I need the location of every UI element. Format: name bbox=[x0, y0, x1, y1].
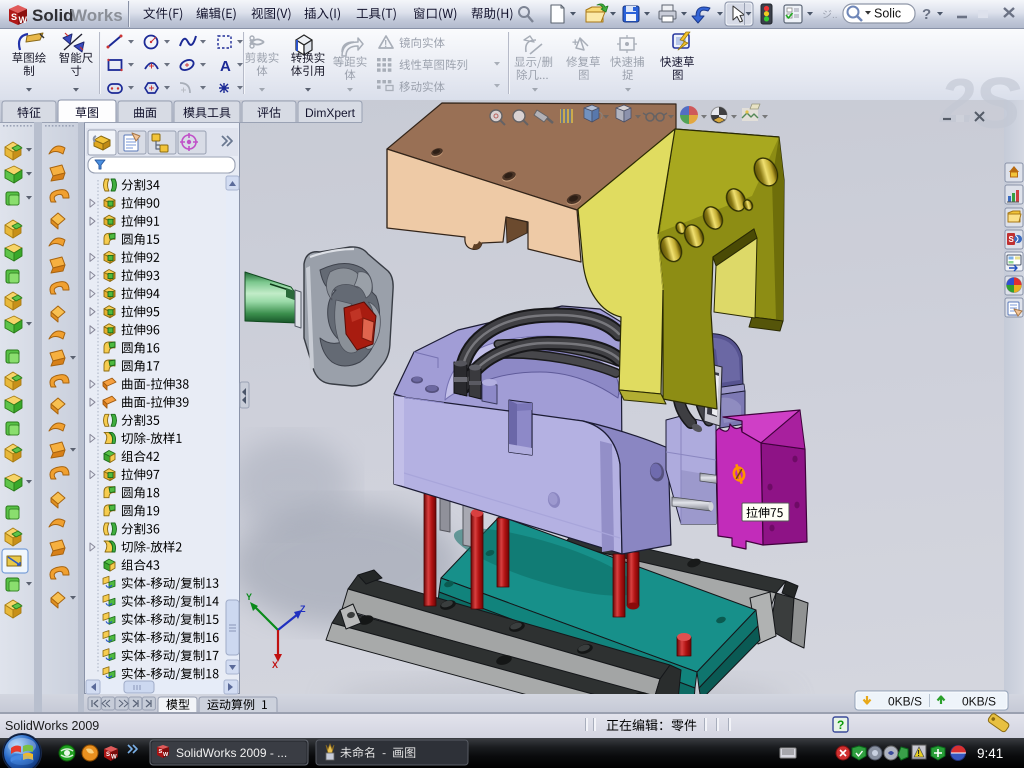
svg-text:S: S bbox=[11, 12, 17, 22]
svg-text:S: S bbox=[106, 752, 110, 758]
svg-text:Z: Z bbox=[300, 604, 306, 614]
svg-text:?: ? bbox=[837, 718, 844, 732]
svg-text:Works: Works bbox=[71, 6, 123, 25]
svg-text:2: 2 bbox=[939, 67, 974, 136]
svg-text:!: ! bbox=[384, 39, 387, 50]
svg-text:Y: Y bbox=[246, 592, 252, 602]
svg-text:0KB/S: 0KB/S bbox=[962, 695, 996, 709]
svg-text:?: ? bbox=[922, 6, 931, 23]
svg-text:SolidWorks 2009: SolidWorks 2009 bbox=[5, 719, 99, 733]
svg-text:S: S bbox=[159, 749, 163, 755]
svg-text:S: S bbox=[1009, 235, 1015, 244]
svg-text:+: + bbox=[572, 37, 578, 49]
svg-text:!: ! bbox=[917, 749, 920, 758]
svg-text:9:41: 9:41 bbox=[977, 746, 1003, 761]
svg-text:W: W bbox=[19, 15, 28, 25]
svg-text:Solic: Solic bbox=[874, 7, 901, 21]
svg-text:SolidWorks 2009 - ...: SolidWorks 2009 - ... bbox=[176, 746, 287, 760]
svg-text:A: A bbox=[220, 58, 231, 75]
svg-text:W: W bbox=[111, 755, 117, 761]
svg-text:X: X bbox=[272, 660, 278, 670]
svg-text:DimXpert: DimXpert bbox=[305, 106, 356, 120]
svg-text:ジ..: ジ.. bbox=[822, 10, 838, 21]
svg-text:Solid: Solid bbox=[32, 6, 74, 25]
svg-text:0KB/S: 0KB/S bbox=[888, 695, 922, 709]
svg-text:S: S bbox=[973, 64, 1021, 144]
svg-text:W: W bbox=[163, 752, 169, 758]
